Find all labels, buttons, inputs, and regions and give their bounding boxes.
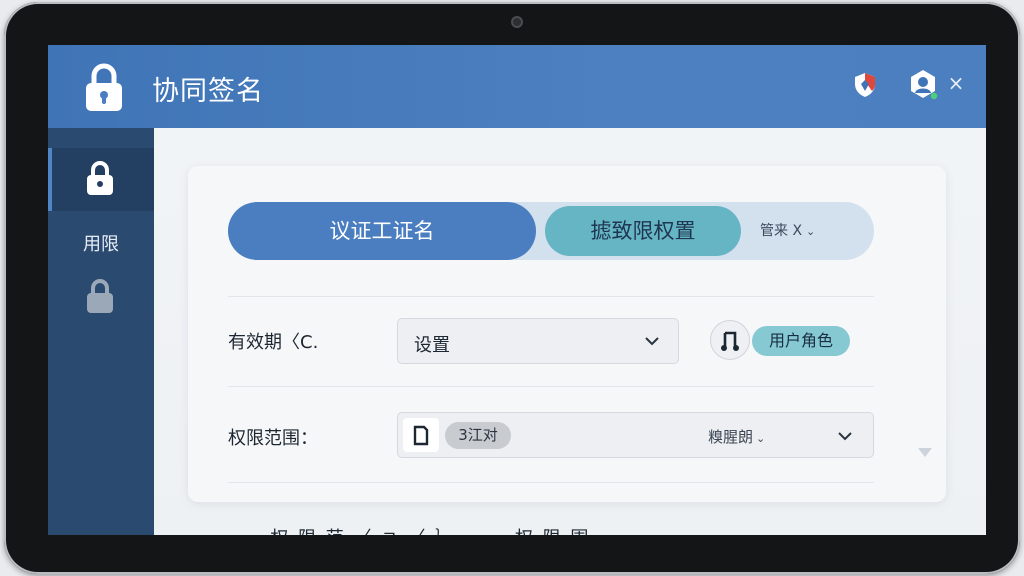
close-icon[interactable]: × — [947, 72, 965, 94]
user-settings-icon[interactable] — [908, 69, 938, 101]
tab-more-label: 管来 X — [760, 223, 803, 239]
lock-icon[interactable] — [86, 160, 114, 196]
chevron-down-icon — [838, 432, 852, 441]
settings-card: 议证工证名 摅致限权置 管来 X ⌄ 有效期〈C. 设置 用户角色 权限范围： … — [188, 166, 946, 502]
camera — [511, 16, 523, 28]
sidebar-item-label[interactable]: 用限 — [48, 230, 154, 256]
lock-icon — [86, 63, 122, 111]
document-icon-glyph — [413, 425, 429, 446]
user-icon-glyph — [721, 331, 739, 351]
validity-label: 有效期〈C. — [228, 332, 319, 353]
main-content: 议证工证名 摅致限权置 管来 X ⌄ 有效期〈C. 设置 用户角色 权限范围： … — [154, 128, 986, 535]
divider — [228, 386, 874, 387]
scroll-down-arrow[interactable] — [918, 448, 932, 457]
truncated-text: ㅡ 权 限 范 〈 ㄱ 〈 ｝ 一 ㅤ 权 限 围 — [244, 524, 590, 535]
tab-bar: 议证工证名 摅致限权置 管来 X ⌄ — [228, 202, 874, 260]
user-role-badge[interactable]: 用户角色 — [752, 326, 850, 356]
chevron-down-icon — [645, 337, 659, 346]
lock-icon[interactable] — [86, 278, 114, 314]
app-title: 协同签名 — [152, 76, 264, 107]
user-icon[interactable] — [710, 320, 750, 360]
app-screen: 协同签名 × 用限 议证工证名 摅致限权置 管来 X ⌄ 有效期〈C. 设置 用… — [48, 45, 986, 535]
scope-filter[interactable]: 糗腥朗 ⌄ — [708, 426, 765, 447]
document-icon — [403, 418, 439, 452]
shield-icon[interactable] — [852, 71, 878, 99]
divider — [228, 482, 874, 483]
validity-select-value: 设置 — [414, 335, 450, 356]
sidebar: 用限 — [48, 128, 154, 535]
tab-more[interactable]: 管来 X ⌄ — [760, 202, 870, 260]
app-header: 协同签名 × — [48, 45, 986, 128]
chevron-down-icon: ⌄ — [806, 225, 816, 238]
tab-permissions[interactable]: 摅致限权置 — [545, 206, 741, 256]
validity-select[interactable]: 设置 — [397, 318, 679, 364]
count-badge: 3江对 — [445, 422, 511, 449]
divider — [228, 296, 874, 297]
permission-scope-select[interactable]: 3江对 糗腥朗 ⌄ — [397, 412, 874, 458]
tab-verification[interactable]: 议证工证名 — [228, 202, 536, 260]
permission-scope-label: 权限范围： — [228, 428, 318, 449]
chevron-down-icon: ⌄ — [756, 432, 766, 445]
tablet-frame: 协同签名 × 用限 议证工证名 摅致限权置 管来 X ⌄ 有效期〈C. 设置 用… — [4, 2, 1020, 574]
scope-filter-label: 糗腥朗 — [708, 428, 754, 446]
